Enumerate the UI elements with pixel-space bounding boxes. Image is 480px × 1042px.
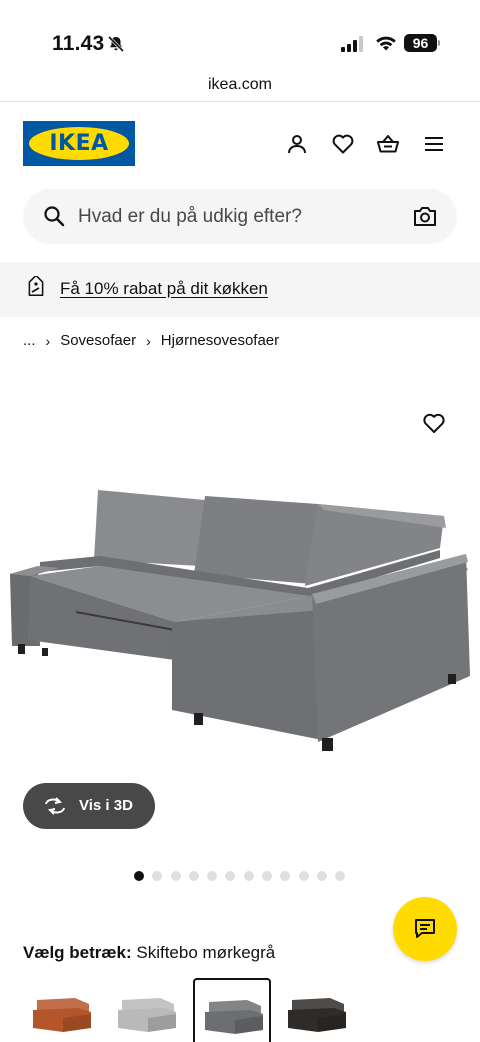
carousel-dot[interactable] <box>298 871 309 881</box>
promo-banner[interactable]: Få 10% rabat på dit køkken <box>0 262 480 317</box>
account-icon[interactable] <box>285 132 309 156</box>
search-bar[interactable] <box>23 189 457 244</box>
carousel-dot[interactable] <box>280 871 291 881</box>
variant-swatch[interactable] <box>108 978 186 1042</box>
variant-swatch[interactable] <box>23 978 101 1042</box>
carousel-dot[interactable] <box>152 871 163 881</box>
carousel-dot[interactable] <box>225 871 236 881</box>
logo-text: IKEA <box>49 131 109 156</box>
breadcrumb: ... › Sovesofaer › Hjørnesovesofaer <box>23 332 279 349</box>
menu-icon[interactable] <box>422 132 446 156</box>
battery-level: 96 <box>404 34 437 52</box>
breadcrumb-ellipsis[interactable]: ... <box>23 332 36 349</box>
rotate-3d-icon <box>45 797 65 815</box>
chevron-right-icon: › <box>146 332 151 349</box>
status-bar: 11.43 96 <box>0 0 480 72</box>
search-input[interactable] <box>78 189 398 244</box>
view-3d-button[interactable]: Vis i 3D <box>23 783 155 829</box>
view-3d-label: Vis i 3D <box>79 797 133 814</box>
variant-label-title: Vælg betræk: <box>23 943 132 962</box>
camera-icon[interactable] <box>413 205 437 227</box>
carousel-dot[interactable] <box>335 871 346 881</box>
discount-tag-icon <box>28 276 44 297</box>
wifi-icon <box>376 36 396 51</box>
search-icon[interactable] <box>43 205 65 227</box>
heart-icon[interactable] <box>331 132 355 156</box>
status-time: 11.43 <box>52 32 105 55</box>
url-bar[interactable]: ikea.com <box>0 72 480 102</box>
chat-button[interactable] <box>393 897 457 961</box>
variant-swatch[interactable] <box>193 978 271 1042</box>
chat-icon <box>415 919 435 938</box>
variant-swatch[interactable] <box>278 978 356 1042</box>
site-header: IKEA <box>0 102 480 188</box>
carousel-dot[interactable] <box>134 871 144 881</box>
image-carousel-dots <box>134 871 354 881</box>
carousel-dot[interactable] <box>188 871 199 881</box>
battery-icon: 96 <box>404 34 440 52</box>
chevron-right-icon: › <box>45 332 51 349</box>
breadcrumb-item-sovesofaer[interactable]: Sovesofaer <box>60 332 136 349</box>
variant-value: Skiftebo mørkegrå <box>136 943 276 962</box>
carousel-dot[interactable] <box>316 871 327 881</box>
product-image[interactable] <box>0 470 480 770</box>
carousel-dot[interactable] <box>170 871 181 881</box>
variant-label: Vælg betræk: Skiftebo mørkegrå <box>23 943 275 963</box>
breadcrumb-item-hjornesovesofaer[interactable]: Hjørnesovesofaer <box>161 332 279 349</box>
signal-icon <box>341 36 363 52</box>
promo-link[interactable]: Få 10% rabat på dit køkken <box>60 279 268 299</box>
carousel-dot[interactable] <box>262 871 273 881</box>
muted-bell-icon <box>107 35 125 53</box>
carousel-dot[interactable] <box>243 871 254 881</box>
ikea-logo[interactable]: IKEA <box>23 121 135 166</box>
carousel-dot[interactable] <box>207 871 218 881</box>
favorite-heart-icon[interactable] <box>422 412 446 434</box>
basket-icon[interactable] <box>376 132 400 156</box>
